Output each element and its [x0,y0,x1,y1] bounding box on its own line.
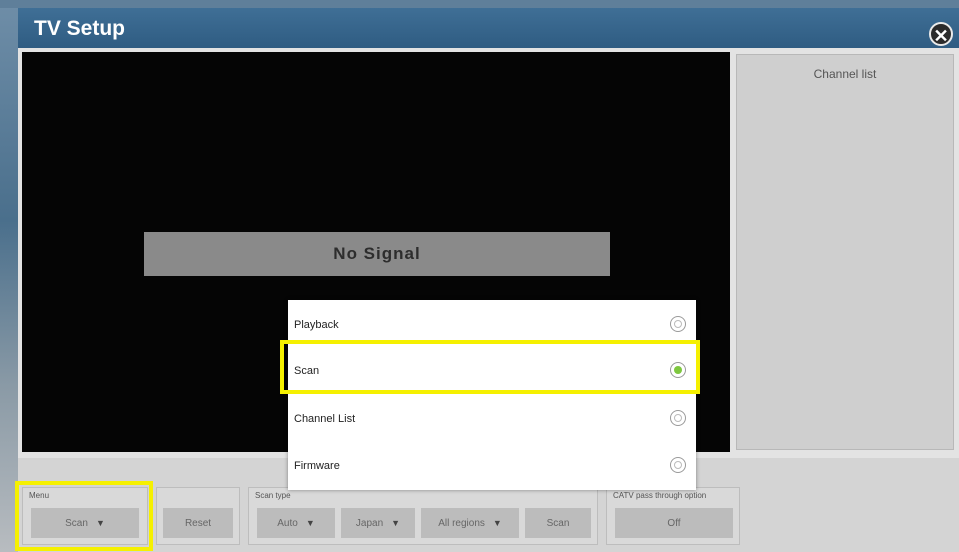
radio-icon[interactable] [670,457,686,473]
channel-list-title: Channel list [813,67,877,81]
menu-item-label: Channel List [294,413,356,425]
country-value: Japan [355,517,384,529]
catv-toggle[interactable]: Off [615,508,733,538]
country-select[interactable]: Japan ▼ [341,508,415,538]
scan-type-group: Scan type Auto ▼ Japan ▼ All regions ▼ S… [248,487,598,545]
scan-type-label: Scan type [255,491,291,500]
radio-icon[interactable] [670,316,686,332]
background-top [0,0,959,8]
menu-popup: Playback Scan Channel List Firmware [288,300,696,490]
menu-item-label: Playback [294,319,339,331]
scan-mode-value: Auto [277,517,298,529]
scan-button[interactable]: Scan [525,508,591,538]
region-value: All regions [438,517,485,529]
dropdown-arrow-icon: ▼ [305,518,315,528]
dropdown-arrow-icon: ▼ [391,518,401,528]
radio-icon[interactable] [670,410,686,426]
reset-group: Reset [156,487,240,545]
menu-highlight-box [15,481,153,551]
reset-button[interactable]: Reset [163,508,233,538]
menu-item-label: Firmware [294,460,340,472]
window-title: TV Setup [34,17,126,40]
menu-item-channel-list[interactable]: Channel List [288,396,696,442]
background-left [0,0,18,552]
scan-mode-select[interactable]: Auto ▼ [257,508,335,538]
title-bar: TV Setup ✕ [18,8,959,48]
scan-item-highlight-box [280,340,700,394]
close-icon[interactable]: ✕ [929,22,953,46]
catv-label: CATV pass through option [613,491,707,500]
dropdown-arrow-icon: ▼ [492,518,502,528]
no-signal-banner: No Signal [144,232,610,276]
menu-item-firmware[interactable]: Firmware [288,443,696,489]
catv-group: CATV pass through option Off [606,487,740,545]
region-select[interactable]: All regions ▼ [421,508,519,538]
channel-list-panel[interactable]: Channel list [736,54,954,450]
